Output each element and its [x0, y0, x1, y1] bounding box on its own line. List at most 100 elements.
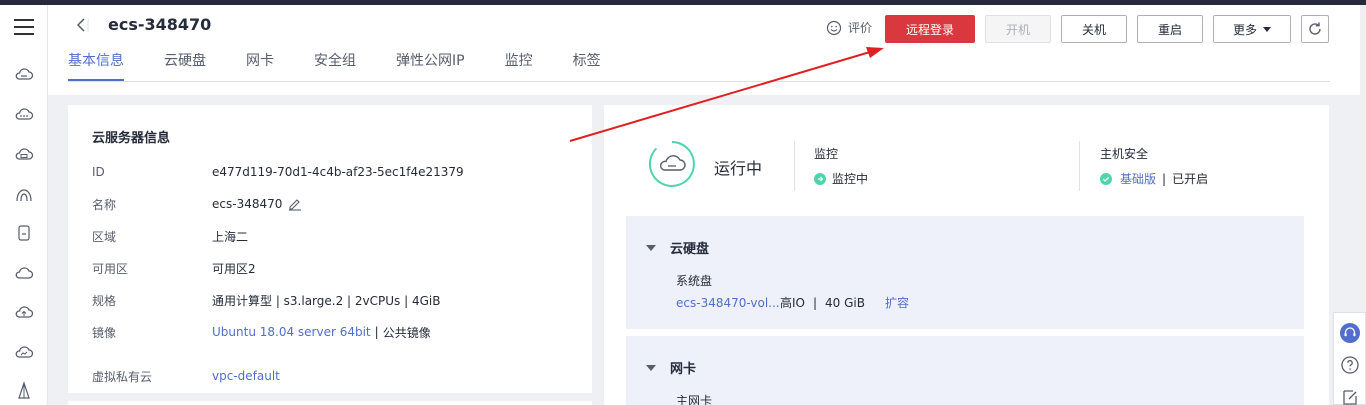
tab-basic-info[interactable]: 基本信息 — [68, 51, 124, 81]
image-link[interactable]: Ubuntu 18.04 server 64bit — [212, 325, 371, 339]
menu-icon[interactable] — [14, 19, 34, 35]
refresh-icon — [1309, 22, 1321, 35]
disk-size: 40 GiB — [825, 295, 865, 310]
az-label: 可用区 — [92, 261, 129, 276]
monitor-status[interactable]: 监控中 — [814, 170, 868, 187]
floating-toolbar — [1333, 312, 1366, 405]
tab-bar: 基本信息 云硬盘 网卡 安全组 弹性公网IP 监控 标签 — [68, 51, 641, 81]
start-button[interactable]: 开机 — [985, 15, 1051, 43]
monitor-value: 监控中 — [832, 172, 869, 186]
tab-disks[interactable]: 云硬盘 — [164, 51, 206, 81]
disk-type: 高IO — [780, 296, 805, 310]
divider — [1079, 141, 1080, 191]
remote-login-button[interactable]: 远程登录 — [885, 15, 975, 43]
expand-link[interactable]: 扩容 — [885, 294, 909, 311]
check-circle-icon — [1100, 172, 1112, 185]
disk-name-link[interactable]: ecs-348470-vol... — [676, 296, 780, 310]
left-nav — [0, 5, 48, 405]
feedback-icon[interactable] — [1340, 387, 1360, 405]
disk-section: 云硬盘 系统盘 ecs-348470-vol... 高IO | 40 GiB 扩… — [626, 216, 1304, 329]
cloud-monitor-icon[interactable] — [14, 343, 34, 363]
system-disk-label: 系统盘 — [676, 274, 713, 288]
content-area: 云服务器信息 ID e477d119-70d1-4c4b-af23-5ec1f4… — [48, 95, 1366, 405]
disk-section-header[interactable]: 云硬盘 — [646, 238, 709, 257]
server-info-title: 云服务器信息 — [92, 131, 171, 146]
customer-service-icon[interactable] — [1340, 323, 1360, 343]
cloud-upload-icon[interactable] — [14, 303, 34, 323]
primary-nic-label: 主网卡 — [676, 394, 713, 405]
security-edition-link[interactable]: 基础版 — [1120, 170, 1156, 187]
more-button[interactable]: 更多 — [1213, 15, 1291, 43]
image-value-wrap: Ubuntu 18.04 server 64bit | 公共镜像 — [212, 324, 431, 341]
nic-section-header[interactable]: 网卡 — [646, 358, 696, 377]
running-status-icon — [648, 140, 696, 188]
network-icon[interactable] — [14, 185, 34, 205]
id-value: e477d119-70d1-4c4b-af23-5ec1f4e21379 — [212, 165, 464, 179]
vpc-label: 虚拟私有云 — [92, 369, 153, 384]
help-icon[interactable] — [1340, 355, 1360, 375]
cloud-storage-icon[interactable] — [14, 145, 34, 165]
status-text: 运行中 — [714, 159, 763, 178]
tab-divider — [68, 81, 1330, 82]
vpc-link[interactable]: vpc-default — [212, 369, 280, 383]
info-row-region: 区域 上海二 — [92, 220, 568, 252]
security-title: 主机安全 — [1100, 147, 1149, 161]
info-row-vpc: 虚拟私有云 vpc-default — [92, 360, 568, 392]
chevron-down-icon — [1263, 26, 1271, 32]
monitor-title: 监控 — [814, 147, 839, 161]
tab-monitoring[interactable]: 监控 — [505, 51, 533, 81]
region-label: 区域 — [92, 229, 117, 244]
name-value: ecs-348470 — [212, 197, 283, 211]
server-info-card: 云服务器信息 ID e477d119-70d1-4c4b-af23-5ec1f4… — [68, 105, 592, 393]
status-card: 运行中 监控 监控中 主机安全 基础版 | 已开启 云硬盘 系统盘 ecs-34… — [604, 105, 1329, 405]
tab-tags[interactable]: 标签 — [573, 51, 601, 81]
info-row-name: 名称 ecs-348470 — [92, 188, 568, 220]
security-separator: | — [1162, 171, 1167, 186]
database-icon[interactable] — [14, 223, 34, 243]
stop-button[interactable]: 关机 — [1061, 15, 1127, 43]
next-card-edge — [68, 401, 592, 405]
nic-section: 网卡 主网卡 — [626, 336, 1304, 405]
info-row-spec: 规格 通用计算型 | s3.large.2 | 2vCPUs | 4GiB — [92, 284, 568, 316]
caret-down-icon — [646, 364, 656, 371]
cloud-outline-icon[interactable] — [14, 263, 34, 283]
disk-separator: | — [813, 295, 818, 310]
image-separator: | — [374, 325, 379, 339]
disk-row: ecs-348470-vol... 高IO | 40 GiB 扩容 — [676, 294, 909, 311]
info-row-az: 可用区 可用区2 — [92, 252, 568, 284]
nic-section-title: 网卡 — [670, 362, 697, 377]
security-status: 基础版 | 已开启 — [1100, 170, 1208, 187]
name-label: 名称 — [92, 197, 117, 212]
restart-button[interactable]: 重启 — [1137, 15, 1203, 43]
security-value: 已开启 — [1172, 172, 1209, 186]
spec-value: 通用计算型 | s3.large.2 | 2vCPUs | 4GiB — [212, 293, 441, 308]
smiley-icon — [826, 20, 842, 35]
tab-security-groups[interactable]: 安全组 — [314, 51, 356, 81]
page-header: ecs-348470 评价 远程登录 开机 关机 重启 更多 基本信息 云硬盘 … — [48, 5, 1366, 95]
page-title: ecs-348470 — [108, 15, 212, 34]
rate-link[interactable]: 评价 — [826, 19, 872, 36]
info-row-id: ID e477d119-70d1-4c4b-af23-5ec1f4e21379 — [92, 156, 568, 188]
az-value: 可用区2 — [212, 261, 256, 276]
image-type: 公共镜像 — [382, 325, 431, 340]
info-row-image: 镜像 Ubuntu 18.04 server 64bit | 公共镜像 — [92, 316, 568, 348]
disk-section-title: 云硬盘 — [670, 242, 710, 257]
caret-down-icon — [646, 244, 656, 251]
spec-label: 规格 — [92, 293, 117, 308]
tab-nics[interactable]: 网卡 — [246, 51, 274, 81]
cloud-dots-icon[interactable] — [14, 105, 34, 125]
edit-icon[interactable] — [288, 197, 302, 211]
refresh-button[interactable] — [1301, 15, 1329, 43]
divider — [794, 141, 795, 191]
rate-label: 评价 — [848, 21, 873, 35]
scrollbar[interactable] — [1360, 5, 1366, 305]
tower-icon[interactable] — [14, 381, 34, 401]
arrow-circle-icon — [814, 172, 826, 185]
image-label: 镜像 — [92, 325, 117, 340]
cloud-server-icon[interactable] — [14, 65, 34, 85]
id-label: ID — [92, 165, 105, 179]
tab-eip[interactable]: 弹性公网IP — [396, 51, 465, 81]
more-label: 更多 — [1232, 22, 1257, 37]
back-icon[interactable] — [74, 16, 90, 34]
name-value-wrap: ecs-348470 — [212, 197, 302, 211]
